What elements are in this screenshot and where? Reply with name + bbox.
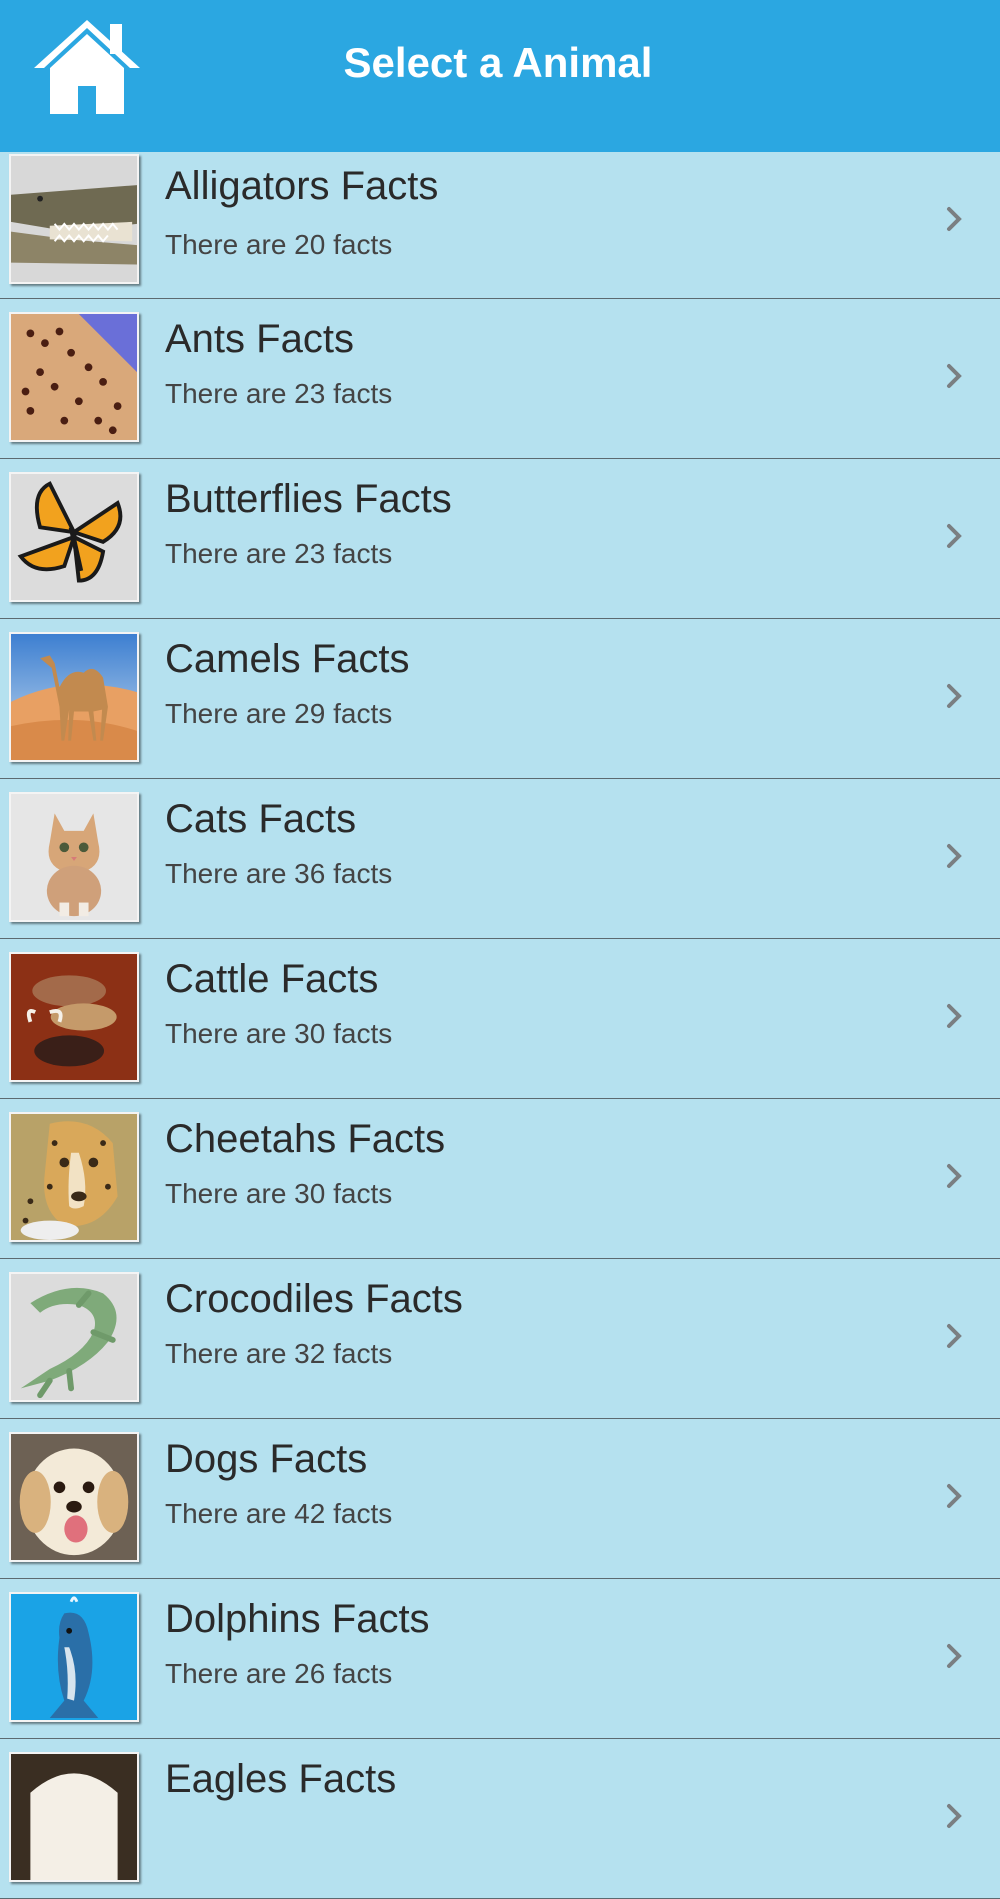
item-title: Alligators Facts (165, 164, 439, 208)
cattle-thumbnail (9, 952, 139, 1082)
list-item-butterflies[interactable]: Butterflies Facts There are 23 facts (0, 459, 1000, 619)
item-title: Cats Facts (165, 797, 357, 841)
alligator-thumbnail (9, 154, 139, 284)
chevron-right-icon (947, 1004, 962, 1028)
item-title: Crocodiles Facts (165, 1277, 463, 1321)
chevron-right-icon (947, 364, 962, 388)
cat-thumbnail (9, 792, 139, 922)
item-title: Ants Facts (165, 317, 354, 361)
ants-thumbnail (9, 312, 139, 442)
dog-thumbnail (9, 1432, 139, 1562)
item-subtitle: There are 30 facts (165, 1018, 393, 1049)
camel-thumbnail (9, 632, 139, 762)
list-item-crocodiles[interactable]: Crocodiles Facts There are 32 facts (0, 1259, 1000, 1419)
item-title: Camels Facts (165, 637, 410, 681)
item-subtitle: There are 42 facts (165, 1498, 393, 1529)
dolphin-thumbnail (9, 1592, 139, 1722)
chevron-right-icon (947, 524, 962, 548)
item-title: Cheetahs Facts (165, 1117, 446, 1161)
item-title: Butterflies Facts (165, 477, 452, 521)
page-title: Select a Animal (343, 39, 653, 86)
chevron-right-icon (947, 1324, 962, 1348)
app-header: Select a Animal (0, 0, 1000, 152)
list-item-camels[interactable]: Camels Facts There are 29 facts (0, 619, 1000, 779)
item-title: Dogs Facts (165, 1437, 368, 1481)
chevron-right-icon (947, 207, 962, 231)
chevron-right-icon (947, 844, 962, 868)
crocodile-thumbnail (9, 1272, 139, 1402)
cheetah-thumbnail (9, 1112, 139, 1242)
eagle-thumbnail (9, 1752, 139, 1882)
list-item-alligators[interactable]: Alligators Facts There are 20 facts (0, 152, 1000, 299)
butterfly-thumbnail (9, 472, 139, 602)
list-item-cats[interactable]: Cats Facts There are 36 facts (0, 779, 1000, 939)
item-subtitle: There are 36 facts (165, 858, 393, 889)
item-subtitle: There are 26 facts (165, 1658, 393, 1689)
animal-list: Alligators Facts There are 20 facts Ants… (0, 152, 1000, 1899)
list-item-eagles[interactable]: Eagles Facts (0, 1739, 1000, 1899)
chevron-right-icon (947, 684, 962, 708)
list-item-dogs[interactable]: Dogs Facts There are 42 facts (0, 1419, 1000, 1579)
list-item-cattle[interactable]: Cattle Facts There are 30 facts (0, 939, 1000, 1099)
chevron-right-icon (947, 1804, 962, 1828)
item-subtitle: There are 30 facts (165, 1178, 393, 1209)
item-title: Dolphins Facts (165, 1597, 430, 1641)
item-title: Cattle Facts (165, 957, 379, 1001)
item-subtitle: There are 23 facts (165, 378, 393, 409)
list-item-cheetahs[interactable]: Cheetahs Facts There are 30 facts (0, 1099, 1000, 1259)
item-title: Eagles Facts (165, 1757, 397, 1801)
chevron-right-icon (947, 1164, 962, 1188)
list-item-ants[interactable]: Ants Facts There are 23 facts (0, 299, 1000, 459)
list-item-dolphins[interactable]: Dolphins Facts There are 26 facts (0, 1579, 1000, 1739)
item-subtitle: There are 20 facts (165, 229, 393, 260)
chevron-right-icon (947, 1644, 962, 1668)
item-subtitle: There are 23 facts (165, 538, 393, 569)
item-subtitle: There are 29 facts (165, 698, 393, 729)
chevron-right-icon (947, 1484, 962, 1508)
item-subtitle: There are 32 facts (165, 1338, 393, 1369)
